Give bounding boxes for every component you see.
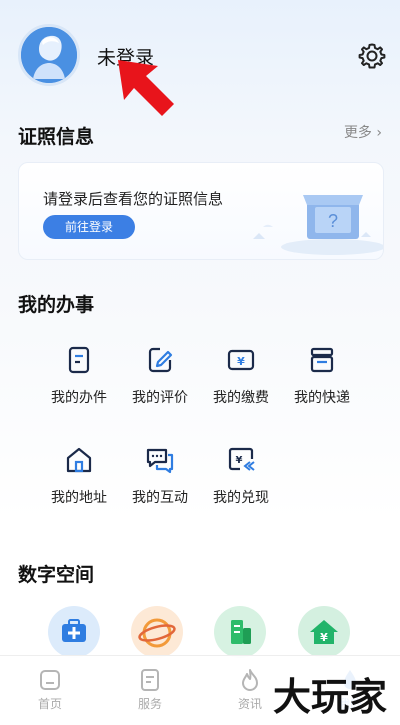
affair-item-address[interactable]: 我的地址	[39, 445, 119, 507]
affairs-section-title: 我的办事	[18, 294, 95, 316]
svg-text:?: ?	[328, 211, 338, 231]
affair-item-applications[interactable]: 我的办件	[39, 345, 119, 407]
digital-item-housing-fund[interactable]: ¥	[298, 606, 350, 658]
gear-icon[interactable]	[358, 42, 386, 70]
svg-text:¥: ¥	[236, 455, 243, 466]
watermark-text: 大玩家	[273, 675, 387, 719]
nav-item-home[interactable]: 首页	[20, 668, 80, 712]
nav-item-service[interactable]: 服务	[120, 668, 180, 712]
affair-item-express[interactable]: 我的快递	[282, 345, 362, 407]
license-card: 请登录后查看您的证照信息 前往登录 ?	[18, 162, 384, 260]
digital-item-building[interactable]	[214, 606, 266, 658]
license-section-title: 证照信息	[18, 126, 95, 148]
medical-kit-icon	[62, 619, 86, 642]
profile-header: 未登录	[0, 0, 400, 116]
avatar-icon[interactable]	[18, 24, 80, 86]
red-arrow-annotation	[118, 60, 174, 116]
chat-icon	[146, 448, 174, 474]
more-link[interactable]: 更多 ›	[344, 122, 382, 142]
affair-label: 我的兑现	[213, 490, 269, 506]
go-login-button[interactable]: 前往登录	[43, 215, 135, 239]
svg-text:¥: ¥	[320, 631, 328, 644]
news-nav-icon	[242, 669, 258, 691]
service-nav-icon	[141, 669, 159, 691]
digital-item-medical[interactable]	[48, 606, 100, 658]
affair-label: 我的评价	[132, 390, 188, 406]
affair-label: 我的地址	[51, 490, 107, 506]
affair-item-evaluation[interactable]: 我的评价	[120, 345, 200, 407]
edit-icon	[148, 347, 173, 373]
building-icon	[231, 620, 251, 644]
digital-section-title: 数字空间	[18, 564, 95, 586]
affair-label: 我的快递	[294, 390, 350, 406]
svg-text:¥: ¥	[237, 355, 245, 368]
empty-box-illustration: ?	[253, 195, 383, 255]
affair-item-payment[interactable]: ¥ 我的缴费	[201, 345, 281, 407]
digital-item-social-security[interactable]	[131, 606, 183, 658]
housing-fund-icon: ¥	[310, 620, 338, 644]
express-icon	[310, 347, 334, 373]
home-icon	[66, 447, 92, 473]
nav-label: 服务	[137, 697, 162, 711]
payment-icon: ¥	[227, 349, 255, 371]
redeem-icon: ¥	[228, 447, 255, 471]
affair-item-redeem[interactable]: ¥ 我的兑现	[201, 445, 281, 507]
license-prompt: 请登录后查看您的证照信息	[43, 190, 224, 208]
affair-label: 我的缴费	[213, 390, 269, 406]
home-nav-icon	[40, 670, 60, 690]
affair-item-interaction[interactable]: 我的互动	[120, 445, 200, 507]
nav-label: 首页	[37, 697, 62, 711]
social-security-icon	[138, 618, 176, 648]
affair-label: 我的互动	[132, 490, 188, 506]
affair-label: 我的办件	[51, 390, 107, 406]
document-icon	[68, 346, 90, 374]
watermark-logo: 大玩家	[268, 668, 393, 722]
